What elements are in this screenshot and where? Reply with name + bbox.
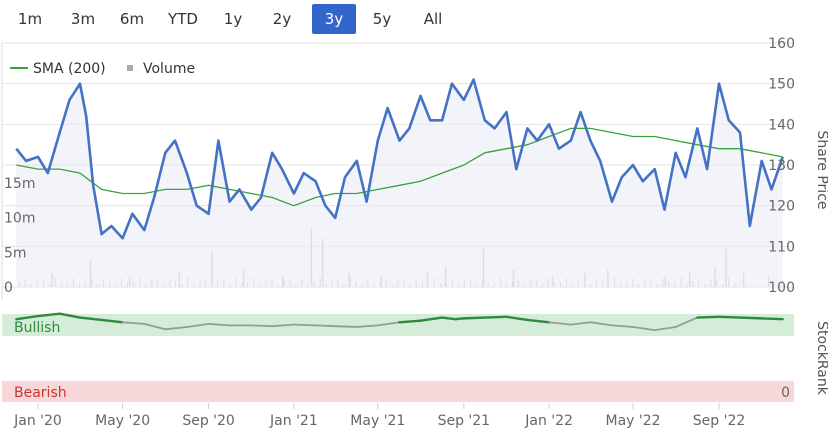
share-price-axis-title: Share Price (814, 130, 828, 209)
date-tick-label: Jan '20 (13, 413, 62, 429)
volume-tick-0: 0 (4, 280, 13, 296)
volume-tick-5m: 5m (4, 245, 27, 261)
bullish-zone (2, 314, 794, 336)
bearish-zone (2, 381, 794, 402)
price-tick-100: 100 (768, 280, 795, 296)
legend-volume-label: Volume (143, 61, 195, 77)
stock-chart: 100 110 120 130 140 150 160 0 5m 10m 15m SMA (200… (1, 36, 828, 429)
price-tick-140: 140 (768, 117, 795, 133)
legend-sma-label: SMA (200) (33, 61, 106, 77)
legend-volume-swatch (127, 65, 133, 71)
price-tick-130: 130 (768, 158, 795, 174)
stockrank-segment (454, 317, 466, 321)
stockrank-segment (738, 316, 763, 320)
price-tick-150: 150 (768, 77, 795, 93)
stockrank-segment (398, 319, 422, 324)
stockrank-segment (440, 316, 457, 321)
stockrank-axis-tick-0: 0 (781, 385, 790, 401)
stockrank-segment (314, 324, 337, 328)
date-tick-label: Sep '21 (438, 413, 491, 429)
bullish-label: Bullish (14, 320, 60, 336)
price-tick-160: 160 (768, 36, 795, 52)
date-tick-label: Jan '22 (524, 413, 573, 429)
volume-tick-15m: 15m (4, 176, 35, 192)
volume-tick-10m: 10m (4, 211, 35, 227)
stockrank-segment (483, 315, 508, 319)
stockrank-segment (760, 317, 784, 321)
legend: SMA (200) Volume (10, 61, 195, 77)
price-area-fill (16, 79, 783, 287)
date-tick-label: Sep '22 (693, 413, 746, 429)
date-tick-label: May '21 (350, 413, 405, 429)
stockrank-segment (293, 323, 317, 327)
stockrank-segment (462, 316, 486, 320)
stockrank-axis-title: StockRank (814, 321, 828, 396)
date-axis: Jan '20 May '20 Sep '20 Jan '21 May '21 Sep '… (13, 403, 745, 429)
date-tick-label: May '22 (605, 413, 660, 429)
stockrank-segment (696, 315, 721, 319)
date-tick-label: May '20 (95, 413, 150, 429)
date-tick-label: Jan '21 (269, 413, 318, 429)
price-tick-110: 110 (768, 239, 795, 255)
price-tick-120: 120 (768, 199, 795, 215)
date-tick-label: Sep '20 (182, 413, 235, 429)
bearish-label: Bearish (14, 385, 67, 401)
stockrank-segment (717, 315, 742, 319)
stockrank-segment (250, 324, 274, 328)
stockrank-segment (334, 325, 358, 328)
